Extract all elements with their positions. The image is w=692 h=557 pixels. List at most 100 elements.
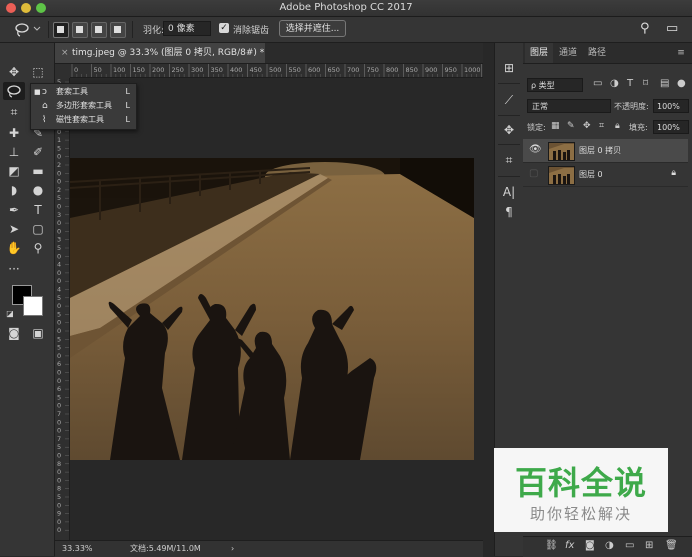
ruler-tick-label: 0 bbox=[57, 302, 61, 310]
character-icon[interactable]: A| bbox=[499, 183, 519, 201]
ruler-tick-label: 3 bbox=[57, 211, 61, 219]
lasso-icon bbox=[15, 23, 41, 37]
pen-tool-icon[interactable]: ✒ bbox=[3, 201, 25, 219]
opacity-input[interactable]: 100% bbox=[653, 99, 689, 113]
healing-brush-icon[interactable]: ✚ bbox=[3, 124, 25, 142]
eraser-tool-icon[interactable]: ◩ bbox=[3, 162, 25, 180]
layer-row[interactable]: 👁︎ 图层 0 拷贝 bbox=[523, 139, 688, 163]
close-tab-icon[interactable]: × bbox=[61, 43, 69, 63]
flyout-item-polygonal-lasso[interactable]: ⌂ 多边形套索工具 L bbox=[31, 99, 136, 113]
ruler-tick-label: 0 bbox=[57, 219, 61, 227]
intersect-selection-icon bbox=[114, 26, 121, 33]
tab-channels[interactable]: 通道 bbox=[554, 43, 582, 63]
select-and-mask-button[interactable]: 选择并遮住... bbox=[279, 20, 346, 37]
ruler-tick-label: 0 bbox=[74, 66, 78, 74]
ruler-tick-label: 9 bbox=[57, 510, 61, 518]
ruler-tick-label: 5 bbox=[57, 335, 61, 343]
lock-position-icon[interactable]: ✥ bbox=[583, 121, 591, 131]
adjustments-icon[interactable]: ⟋ bbox=[499, 91, 519, 109]
filter-shape-icon[interactable]: ⌑ bbox=[643, 78, 648, 89]
ruler-tick-label: 0 bbox=[57, 452, 61, 460]
add-mask-icon[interactable]: ◙ bbox=[585, 540, 595, 551]
antialias-checkbox[interactable]: ✓ bbox=[219, 23, 229, 33]
lock-all-icon[interactable]: 🔒︎ bbox=[615, 121, 620, 131]
new-layer-icon[interactable]: ⊞ bbox=[645, 540, 653, 551]
ruler-tick-label: 0 bbox=[57, 269, 61, 277]
link-layers-icon[interactable]: ⛓ bbox=[545, 540, 558, 551]
default-colors-icon[interactable]: ◪ bbox=[4, 305, 16, 323]
filter-toggle-icon[interactable]: ● bbox=[677, 78, 686, 89]
crop-tool-icon[interactable]: ⌗ bbox=[3, 103, 25, 121]
search-icon[interactable]: ⚲ bbox=[640, 21, 650, 36]
lock-transparent-icon[interactable]: ▦ bbox=[551, 121, 560, 131]
type-tool-icon[interactable]: T bbox=[27, 201, 49, 219]
divider bbox=[498, 83, 520, 84]
delete-layer-icon[interactable]: 🗑︎ bbox=[665, 540, 678, 551]
properties-icon[interactable]: ✥ bbox=[499, 121, 519, 139]
subtract-selection-button[interactable] bbox=[91, 22, 107, 38]
flyout-item-lasso[interactable]: ■ ↄ 套索工具 L bbox=[31, 85, 136, 99]
lock-image-icon[interactable]: ✎ bbox=[567, 121, 575, 131]
ruler-tick-label: 8 bbox=[57, 460, 61, 468]
status-menu-arrow[interactable]: › bbox=[231, 541, 234, 557]
document-tab[interactable]: × timg.jpeg @ 33.3% (图层 0 拷贝, RGB/8#) * bbox=[55, 43, 265, 63]
lasso-tool-icon[interactable] bbox=[3, 82, 25, 100]
crop-panel-icon[interactable]: ⌗ bbox=[499, 151, 519, 169]
vertical-ruler-ticks: 5050100150200250300350400450500550600650… bbox=[57, 78, 69, 534]
add-to-selection-button[interactable] bbox=[72, 22, 88, 38]
history-brush-icon[interactable]: ✐ bbox=[27, 143, 49, 161]
ruler-tick-label: 0 bbox=[57, 427, 61, 435]
paragraph-icon[interactable]: ¶ bbox=[499, 203, 519, 221]
new-group-icon[interactable]: ▭ bbox=[625, 540, 634, 551]
new-adjustment-layer-icon[interactable]: ◑ bbox=[605, 540, 614, 551]
rectangle-tool-icon[interactable]: ▢ bbox=[27, 220, 49, 238]
blur-tool-icon[interactable]: ◗ bbox=[3, 181, 25, 199]
hand-tool-icon[interactable]: ✋ bbox=[3, 239, 25, 257]
tool-preset-picker[interactable] bbox=[12, 21, 42, 37]
background-color-swatch[interactable] bbox=[23, 296, 43, 316]
filter-adjustment-icon[interactable]: ◑ bbox=[610, 78, 619, 89]
ruler-tick-label: 150 bbox=[133, 66, 145, 74]
panel-menu-icon[interactable]: ≡ bbox=[673, 43, 689, 63]
filter-smart-object-icon[interactable]: ▤ bbox=[660, 78, 669, 89]
ruler-tick-label: 5 bbox=[57, 144, 61, 152]
visibility-eye-icon[interactable]: 👁︎ bbox=[529, 144, 542, 155]
dodge-tool-icon[interactable]: ● bbox=[27, 181, 49, 199]
zoom-tool-icon[interactable]: ⚲ bbox=[27, 239, 49, 257]
filter-pixel-icon[interactable]: ▭ bbox=[593, 78, 602, 89]
workspace-icon[interactable]: ▭ bbox=[666, 21, 678, 36]
flyout-item-magnetic-lasso[interactable]: ⌇ 磁性套索工具 L bbox=[31, 113, 136, 127]
path-selection-icon[interactable]: ➤ bbox=[3, 220, 25, 238]
visibility-toggle-empty[interactable]: ▢ bbox=[529, 168, 538, 179]
move-tool-icon[interactable]: ✥ bbox=[3, 63, 25, 81]
clone-stamp-icon[interactable]: ⊥ bbox=[3, 143, 25, 161]
horizontal-ruler[interactable]: 0 50 100 150 200 250 300 350 400 450 500 550 600 650 7… bbox=[70, 64, 483, 78]
screen-mode-icon[interactable]: ▣ bbox=[27, 324, 49, 342]
zoom-level[interactable]: 33.33% bbox=[62, 541, 93, 557]
shortcut-key: L bbox=[125, 87, 130, 96]
tab-layers[interactable]: 图层 bbox=[525, 43, 553, 63]
lock-artboard-icon[interactable]: ⌗ bbox=[599, 121, 604, 131]
layer-row[interactable]: ▢ 图层 0 🔒︎ bbox=[523, 163, 688, 187]
gradient-tool-icon[interactable]: ▬ bbox=[27, 162, 49, 180]
quick-mask-icon[interactable]: ◙ bbox=[3, 324, 25, 342]
ruler-tick-label: 0 bbox=[57, 402, 61, 410]
feather-input[interactable]: 0 像素 bbox=[163, 21, 211, 36]
fill-input[interactable]: 100% bbox=[653, 120, 689, 134]
layer-filter-select[interactable]: ρ 类型 bbox=[527, 78, 583, 92]
more-tools-icon[interactable]: ··· bbox=[3, 260, 25, 278]
tab-paths[interactable]: 路径 bbox=[583, 43, 611, 63]
add-layer-style-icon[interactable]: fx bbox=[565, 540, 574, 551]
new-selection-button[interactable] bbox=[53, 22, 69, 38]
libraries-icon[interactable]: ⊞ bbox=[499, 59, 519, 77]
document-image[interactable] bbox=[70, 158, 474, 460]
ruler-tick-label: 350 bbox=[211, 66, 223, 74]
ruler-tick-label: 900 bbox=[425, 66, 437, 74]
blend-mode-select[interactable]: 正常 bbox=[527, 99, 611, 113]
ruler-origin[interactable] bbox=[55, 64, 70, 78]
intersect-selection-button[interactable] bbox=[110, 22, 126, 38]
ruler-tick-label: 0 bbox=[57, 526, 61, 534]
vertical-ruler[interactable]: 5050100150200250300350400450500550600650… bbox=[55, 78, 70, 540]
filter-type-icon[interactable]: T bbox=[627, 78, 633, 89]
marquee-tool-icon[interactable]: ⬚ bbox=[27, 63, 49, 81]
